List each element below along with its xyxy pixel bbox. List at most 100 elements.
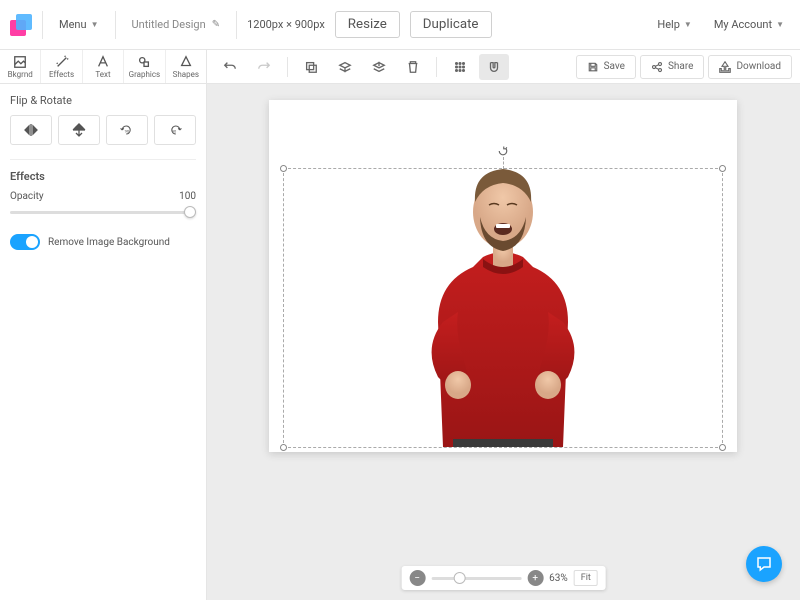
separator — [287, 57, 288, 77]
text-icon — [96, 55, 110, 69]
divider — [236, 11, 237, 39]
caret-down-icon: ▼ — [684, 20, 692, 29]
tab-label: Graphics — [129, 70, 161, 79]
resize-handle-br[interactable] — [719, 444, 726, 451]
resize-handle-bl[interactable] — [280, 444, 287, 451]
rotate-ccw-icon: 90 — [119, 122, 135, 138]
main-area: Flip & Rotate 90 90 Effects Opacity 100 … — [0, 84, 800, 600]
resize-handle-tr[interactable] — [719, 165, 726, 172]
top-bar: Menu ▼ Untitled Design ✎ 1200px × 900px … — [0, 0, 800, 50]
effects-sidebar: Flip & Rotate 90 90 Effects Opacity 100 … — [0, 84, 207, 600]
grid-icon — [453, 60, 467, 74]
tab-label: Effects — [49, 70, 74, 79]
left-tool-tabs: Bkgrnd Effects Text Graphics Shapes — [0, 50, 207, 83]
rotate-cw-icon: 90 — [167, 122, 183, 138]
separator — [436, 57, 437, 77]
tab-effects[interactable]: Effects — [41, 50, 82, 83]
layer-up-button[interactable] — [364, 54, 394, 80]
title-text: Untitled Design — [132, 18, 206, 31]
opacity-value: 100 — [179, 191, 196, 202]
undo-icon — [223, 60, 237, 74]
artboard[interactable] — [269, 100, 737, 452]
remove-bg-label: Remove Image Background — [48, 237, 170, 248]
redo-icon — [257, 60, 271, 74]
flip-rotate-buttons: 90 90 — [10, 115, 196, 145]
canvas-dimensions: 1200px × 900px — [247, 18, 325, 31]
rotate-ccw-button[interactable]: 90 — [106, 115, 148, 145]
tab-label: Text — [95, 70, 110, 79]
wand-icon — [55, 55, 69, 69]
download-icon — [719, 61, 731, 73]
canvas-area[interactable]: − + 63% Fit — [207, 84, 800, 600]
effects-title: Effects — [10, 170, 196, 183]
toolbar-row: Bkgrnd Effects Text Graphics Shapes Sa — [0, 50, 800, 84]
save-icon — [587, 61, 599, 73]
zoom-slider[interactable] — [431, 575, 521, 581]
zoom-out-button[interactable]: − — [409, 570, 425, 586]
resize-button[interactable]: Resize — [335, 11, 400, 38]
redo-button[interactable] — [249, 54, 279, 80]
tab-background[interactable]: Bkgrnd — [0, 50, 41, 83]
layer-up-icon — [372, 60, 386, 74]
background-icon — [13, 55, 27, 69]
divider — [115, 11, 116, 39]
copy-button[interactable] — [296, 54, 326, 80]
help-fab[interactable] — [746, 546, 782, 582]
canvas-toolbar: Save Share Download — [207, 50, 800, 83]
svg-text:90: 90 — [125, 128, 130, 133]
divider — [10, 159, 196, 160]
tab-text[interactable]: Text — [83, 50, 124, 83]
caret-down-icon: ▼ — [91, 20, 99, 29]
tab-shapes[interactable]: Shapes — [166, 50, 206, 83]
divider — [42, 11, 43, 39]
copy-icon — [304, 60, 318, 74]
trash-icon — [406, 60, 420, 74]
flip-rotate-title: Flip & Rotate — [10, 94, 196, 107]
snap-button[interactable] — [479, 54, 509, 80]
selection-box[interactable] — [283, 168, 723, 448]
app-logo[interactable] — [10, 14, 32, 36]
share-label: Share — [668, 61, 693, 72]
layer-down-icon — [338, 60, 352, 74]
undo-button[interactable] — [215, 54, 245, 80]
remove-bg-row: Remove Image Background — [10, 234, 196, 250]
flip-horizontal-button[interactable] — [10, 115, 52, 145]
download-button[interactable]: Download — [708, 55, 792, 79]
selected-image[interactable] — [383, 147, 623, 447]
flip-vertical-button[interactable] — [58, 115, 100, 145]
delete-button[interactable] — [398, 54, 428, 80]
opacity-label: Opacity — [10, 191, 44, 202]
resize-handle-tl[interactable] — [280, 165, 287, 172]
opacity-slider[interactable] — [10, 204, 196, 220]
help-dropdown[interactable]: Help ▼ — [651, 14, 697, 35]
zoom-in-button[interactable]: + — [527, 570, 543, 586]
download-label: Download — [736, 61, 781, 72]
chat-icon — [755, 555, 773, 573]
zoom-fit-button[interactable]: Fit — [574, 570, 598, 586]
grid-button[interactable] — [445, 54, 475, 80]
design-title[interactable]: Untitled Design ✎ — [126, 14, 227, 35]
remove-bg-toggle[interactable] — [10, 234, 40, 250]
menu-label: Menu — [59, 18, 87, 31]
tab-label: Shapes — [173, 70, 199, 79]
share-button[interactable]: Share — [640, 55, 704, 79]
flip-v-icon — [71, 122, 87, 138]
shapes-icon — [179, 55, 193, 69]
pencil-icon: ✎ — [212, 19, 220, 30]
duplicate-button[interactable]: Duplicate — [410, 11, 492, 38]
save-label: Save — [604, 61, 625, 72]
tab-graphics[interactable]: Graphics — [124, 50, 165, 83]
caret-down-icon: ▼ — [776, 20, 784, 29]
menu-dropdown[interactable]: Menu ▼ — [53, 14, 105, 35]
flip-h-icon — [23, 122, 39, 138]
tab-label: Bkgrnd — [8, 70, 33, 79]
share-icon — [651, 61, 663, 73]
graphics-icon — [137, 55, 151, 69]
rotate-cw-button[interactable]: 90 — [154, 115, 196, 145]
svg-text:90: 90 — [172, 128, 177, 133]
layer-down-button[interactable] — [330, 54, 360, 80]
zoom-value: 63% — [549, 573, 568, 584]
save-button[interactable]: Save — [576, 55, 636, 79]
account-dropdown[interactable]: My Account ▼ — [708, 14, 790, 35]
zoom-bar: − + 63% Fit — [401, 566, 606, 590]
